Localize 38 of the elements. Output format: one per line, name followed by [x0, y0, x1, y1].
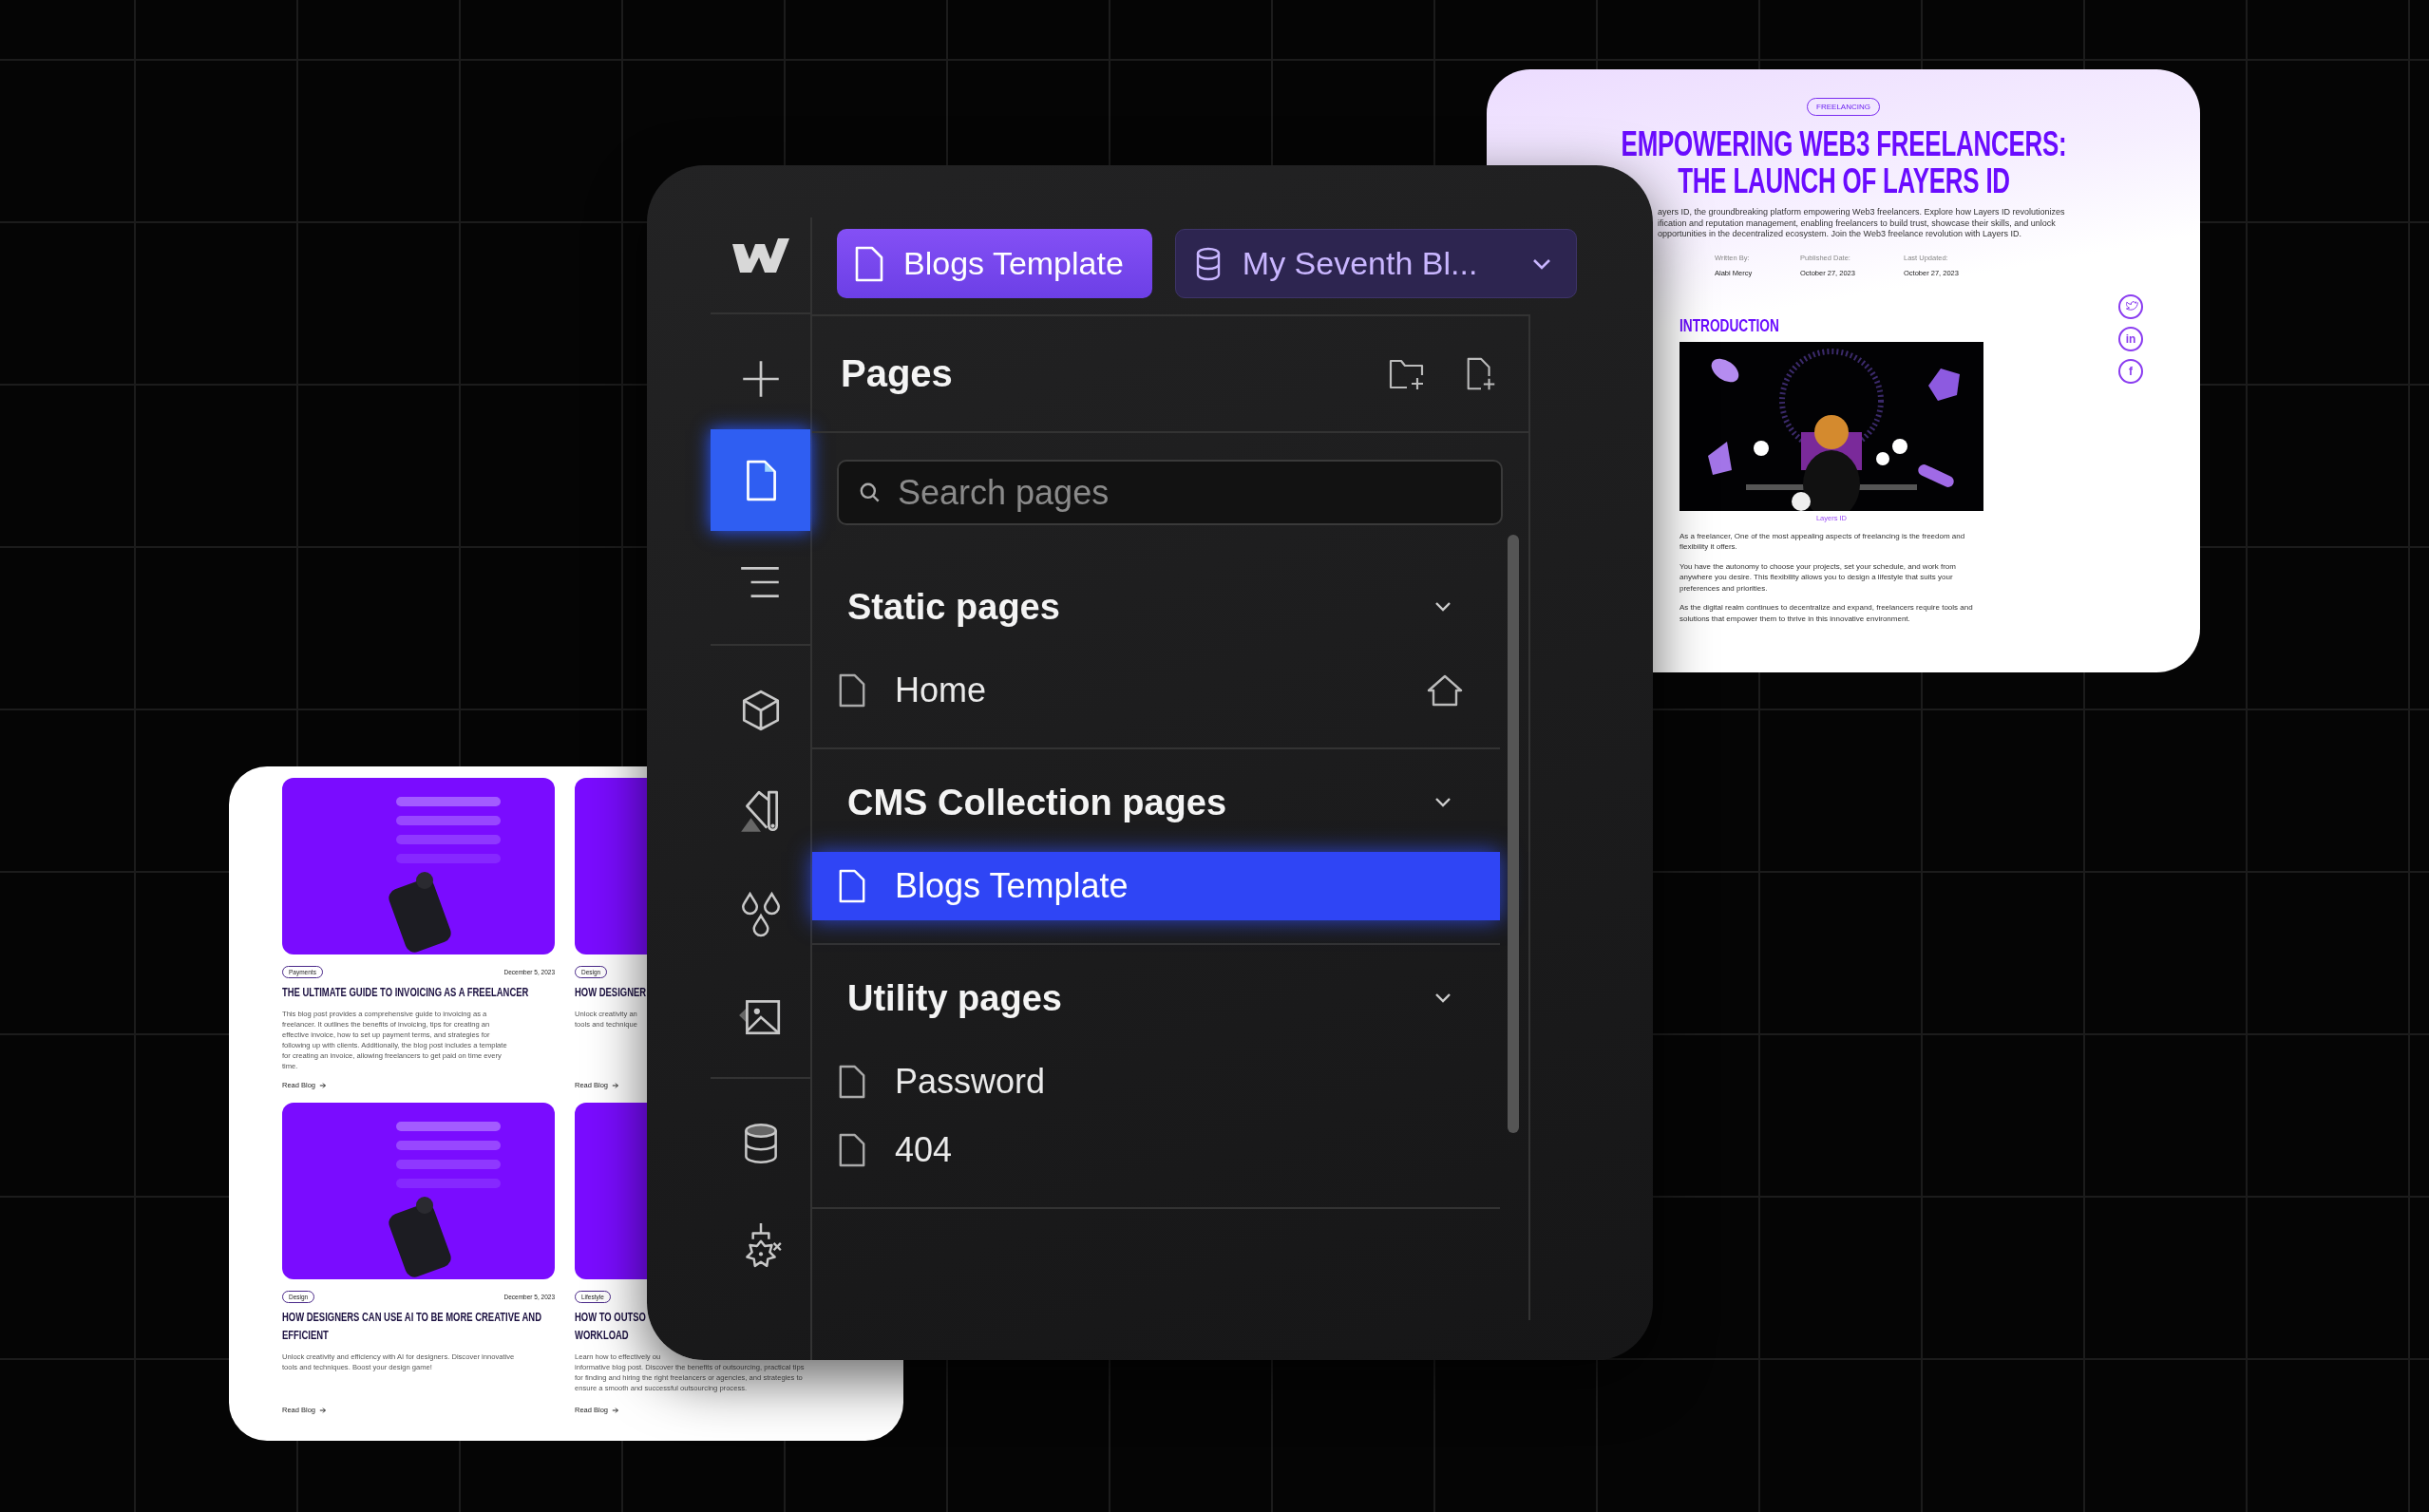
search-field[interactable]: Search pages	[837, 460, 1503, 525]
section-header[interactable]: CMS Collection pages	[812, 753, 1500, 852]
article-title: EMPOWERING WEB3 FREELANCERS: THE LAUNCH OF LAYERS ID	[1620, 125, 2068, 199]
page-item[interactable]: Blogs Template	[812, 852, 1500, 920]
arrow-right-icon	[319, 1406, 328, 1414]
article-intro: ayers ID, the groundbreaking platform empowering Web3 freelancers. Explore how Layers ID revolutionizes ification and reputation management, enabling freelancers to build trust, showcase their skills, and unlock opportunities in the decentralized ecosystem. Join the Web3 freelance revolution with Layers ID.	[1658, 207, 2066, 240]
page-item[interactable]: 404	[812, 1116, 1500, 1184]
post-title: HOW DESIGNER	[575, 984, 648, 1001]
page-icon	[838, 1064, 866, 1100]
post-title: THE ULTIMATE GUIDE TO INVOICING AS A FREELANCER	[282, 984, 530, 1001]
scrollbar[interactable]	[1508, 535, 1519, 1133]
post-title: HOW DESIGNERS CAN USE AI TO BE MORE CREATIVE AND EFFICIENT	[282, 1309, 542, 1344]
page-icon	[838, 868, 866, 904]
pages-button[interactable]	[711, 429, 810, 531]
page-item[interactable]: Home	[812, 656, 1500, 725]
bird-link[interactable]	[2118, 293, 2143, 319]
article-paragraph: As the digital realm continues to decentralize and expand, freelancers require tools and solutions that empower them to thrive in this innovative environment.	[1679, 602, 1974, 624]
page-item[interactable]: Password	[812, 1048, 1500, 1116]
bird-icon	[2123, 299, 2138, 313]
page-icon	[838, 1132, 866, 1168]
page-icon	[838, 672, 866, 709]
page-icon	[854, 244, 884, 283]
section-header[interactable]: Utility pages	[812, 949, 1500, 1048]
page-button[interactable]: Blogs Template	[837, 229, 1152, 298]
social-link[interactable]: f	[2118, 358, 2143, 384]
social-link[interactable]: in	[2118, 326, 2143, 351]
article-paragraph: As a freelancer, One of the most appealing aspects of freelancing is the freedom and flexibility it offers.	[1679, 530, 1966, 553]
logo	[731, 238, 789, 273]
section-heading: INTRODUCTION	[1679, 314, 1779, 336]
panel-title: Pages	[841, 352, 953, 395]
post-title: HOW TO OUTSO WORKLOAD	[575, 1309, 647, 1344]
section-header[interactable]: Static pages	[812, 558, 1500, 656]
arrow-right-icon	[612, 1406, 620, 1414]
collection-dropdown[interactable]: My Seventh Bl...	[1174, 229, 1577, 298]
arrow-right-icon	[612, 1081, 620, 1089]
arrow-right-icon	[319, 1081, 328, 1089]
article-paragraph: You have the autonomy to choose your projects, set your schedule, and work from anywhere you desire. This flexibility allows you to design a lifestyle that suits your preferences and priorities.	[1679, 560, 1957, 594]
chevron-down-icon	[1531, 257, 1551, 270]
